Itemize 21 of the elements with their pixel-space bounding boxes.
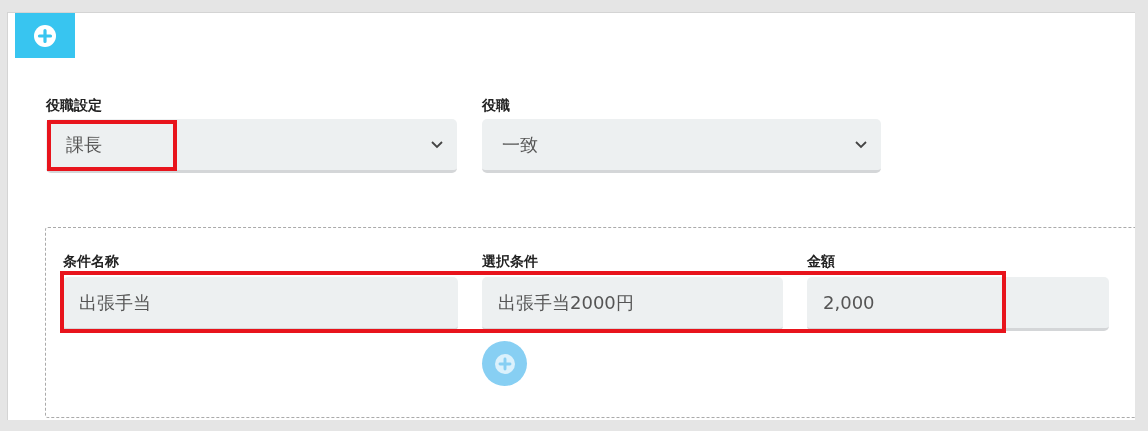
add-condition-button[interactable] <box>482 341 527 386</box>
chevron-down-icon <box>431 140 443 149</box>
select-field[interactable]: 一致 <box>482 119 881 173</box>
select-value: 一致 <box>502 133 538 157</box>
input-field[interactable]: 出張手当2000円 <box>482 277 783 331</box>
plus-icon <box>34 24 56 47</box>
field-label: 金額 <box>807 252 836 271</box>
input-field[interactable]: 2,000 <box>807 277 1109 331</box>
add-button[interactable] <box>15 13 75 58</box>
input-value: 出張手当 <box>79 291 151 315</box>
field-label: 条件名称 <box>63 252 120 271</box>
select-field[interactable]: 課長 <box>46 119 457 173</box>
field-label: 役職設定 <box>46 96 103 115</box>
field-label: 選択条件 <box>482 252 539 271</box>
input-field[interactable]: 出張手当 <box>63 277 458 331</box>
field-label: 役職 <box>482 96 511 115</box>
select-value: 課長 <box>66 133 102 157</box>
input-value: 出張手当2000円 <box>498 291 634 315</box>
input-value: 2,000 <box>823 291 875 315</box>
plus-icon <box>494 353 515 374</box>
chevron-down-icon <box>855 140 867 149</box>
